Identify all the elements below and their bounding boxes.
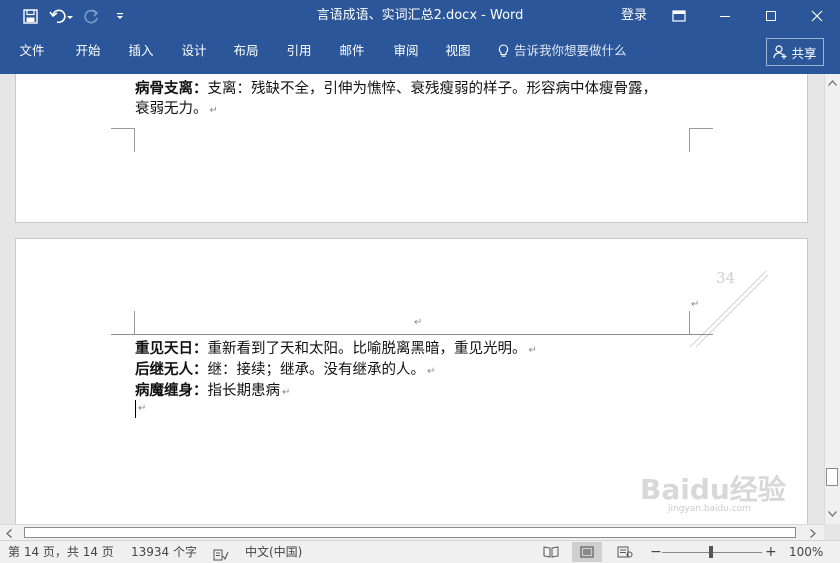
header-rule <box>111 334 713 335</box>
paragraph-bing-gu-zhi-li[interactable]: 病骨支离：支离：残缺不全，引伸为憔悴、衰残瘦弱的样子。形容病中体瘦骨露， <box>135 77 657 98</box>
undo-button[interactable] <box>44 0 78 32</box>
proofing-icon[interactable] <box>213 546 229 561</box>
scroll-right-icon[interactable] <box>810 529 816 538</box>
crop-mark-bottom-left <box>111 128 135 152</box>
person-share-icon <box>773 45 787 59</box>
tab-view[interactable]: 视图 <box>438 40 478 62</box>
tab-insert[interactable]: 插入 <box>121 40 161 62</box>
read-mode-button[interactable] <box>536 542 566 562</box>
crop-mark-bottom-right <box>689 128 713 152</box>
baidu-watermark: Baidu经验 <box>640 473 786 506</box>
tab-review[interactable]: 审阅 <box>386 40 426 62</box>
language-indicator[interactable]: 中文(中国) <box>245 541 302 563</box>
ribbon-display-options-button[interactable] <box>656 0 702 32</box>
undo-icon <box>49 9 73 23</box>
definition-text: 支离：残缺不全，引伸为憔悴、衰残瘦弱的样子。形容病中体瘦骨露， <box>207 81 658 97</box>
text-cursor <box>135 400 136 418</box>
empty-paragraph-mark: ↵ <box>138 403 147 414</box>
vertical-scroll-thumb[interactable] <box>826 468 838 486</box>
definition-text: 重新看到了天和太阳。比喻脱离黑暗，重见光明。 <box>207 341 527 357</box>
read-mode-icon <box>543 546 559 558</box>
print-layout-button[interactable] <box>572 542 602 562</box>
print-layout-icon <box>580 546 594 558</box>
title-bar: 言语成语、实词汇总2.docx - Word 登录 <box>0 0 840 32</box>
header-paragraph-mark: ↵ <box>414 317 423 328</box>
definition-text: 继：接续；继承。没有继承的人。 <box>207 362 426 378</box>
paragraph-bing-mo-chan-shen[interactable]: 病魔缠身：指长期患病 ↵ <box>135 379 290 400</box>
ribbon-options-icon <box>672 10 686 22</box>
zoom-in-button[interactable]: + <box>765 541 777 563</box>
tab-layout[interactable]: 布局 <box>226 40 266 62</box>
term-label: 病骨支离： <box>135 81 208 97</box>
lightbulb-icon <box>498 44 509 57</box>
customize-icon <box>117 13 123 19</box>
tell-me-placeholder: 告诉我你想要做什么 <box>514 43 627 58</box>
login-link[interactable]: 登录 <box>612 0 656 32</box>
tab-references[interactable]: 引用 <box>279 40 319 62</box>
term-label: 病魔缠身： <box>135 383 208 399</box>
paragraph-mark: ↵ <box>691 299 700 310</box>
scroll-left-icon[interactable] <box>6 529 12 538</box>
tell-me-search[interactable]: 告诉我你想要做什么 <box>498 40 627 62</box>
tab-home[interactable]: 开始 <box>68 40 108 62</box>
web-layout-button[interactable] <box>610 542 640 562</box>
maximize-button[interactable] <box>748 0 794 32</box>
paragraph-mark: ↵ <box>209 105 218 116</box>
vertical-scrollbar[interactable] <box>824 74 840 524</box>
close-button[interactable] <box>794 0 840 32</box>
term-label: 重见天日： <box>135 341 208 357</box>
quick-access-toolbar <box>0 0 134 32</box>
scrollbar-corner <box>824 524 840 540</box>
term-label: 后继无人： <box>135 362 208 378</box>
crop-mark-top-left <box>111 311 135 335</box>
page-14-previous: 病骨支离：支离：残缺不全，引伸为憔悴、衰残瘦弱的样子。形容病中体瘦骨露， 衰弱无… <box>15 74 808 223</box>
paragraph-chong-jian-tian-ri[interactable]: 重见天日：重新看到了天和太阳。比喻脱离黑暗，重见光明。 ↵ <box>135 337 537 358</box>
redo-button[interactable] <box>78 0 106 32</box>
page-info[interactable]: 第 14 页，共 14 页 <box>8 541 114 563</box>
crop-mark-top-right <box>689 311 713 335</box>
paragraph-mark: ↵ <box>282 387 291 398</box>
minimize-button[interactable] <box>702 0 748 32</box>
definition-text: 指长期患病 <box>207 383 281 399</box>
redo-icon <box>84 9 99 24</box>
share-button[interactable]: 共享 <box>766 38 824 66</box>
paragraph-mark: ↵ <box>528 345 537 356</box>
baidu-watermark-url: jingyan.baidu.com <box>668 504 752 514</box>
word-count[interactable]: 13934 个字 <box>131 541 197 563</box>
save-button[interactable] <box>16 0 44 32</box>
scroll-up-icon[interactable] <box>828 80 837 86</box>
tab-design[interactable]: 设计 <box>174 40 214 62</box>
scroll-down-icon[interactable] <box>828 511 837 517</box>
share-label: 共享 <box>791 45 817 61</box>
tab-file[interactable]: 文件 <box>12 40 52 62</box>
paragraph-mark: ↵ <box>427 366 436 377</box>
tab-mailings[interactable]: 邮件 <box>332 40 372 62</box>
paragraph-continuation[interactable]: 衰弱无力。 ↵ <box>135 97 218 118</box>
word-window: 言语成语、实词汇总2.docx - Word 登录 文件 开始 插入 设计 布局… <box>0 0 840 563</box>
save-icon <box>22 8 38 24</box>
zoom-out-button[interactable]: − <box>650 541 662 563</box>
zoom-slider-thumb[interactable] <box>709 546 713 558</box>
status-bar: 第 14 页，共 14 页 13934 个字 中文(中国) − + 100% <box>0 540 840 563</box>
definition-text: 衰弱无力。 <box>135 101 208 117</box>
close-icon <box>811 10 823 22</box>
paragraph-hou-ji-wu-ren[interactable]: 后继无人：继：接续；继承。没有继承的人。 ↵ <box>135 358 435 379</box>
customize-qat-button[interactable] <box>106 0 134 32</box>
web-layout-icon <box>617 546 633 558</box>
header-decoration-lines <box>689 270 769 348</box>
document-canvas[interactable]: 病骨支离：支离：残缺不全，引伸为憔悴、衰残瘦弱的样子。形容病中体瘦骨露， 衰弱无… <box>0 74 824 524</box>
ribbon-tabs: 文件 开始 插入 设计 布局 引用 邮件 审阅 视图 告诉我你想要做什么 <box>0 32 840 74</box>
zoom-level[interactable]: 100% <box>789 541 823 563</box>
horizontal-scroll-thumb[interactable] <box>24 527 796 538</box>
maximize-icon <box>766 11 776 21</box>
minimize-icon <box>720 16 730 17</box>
